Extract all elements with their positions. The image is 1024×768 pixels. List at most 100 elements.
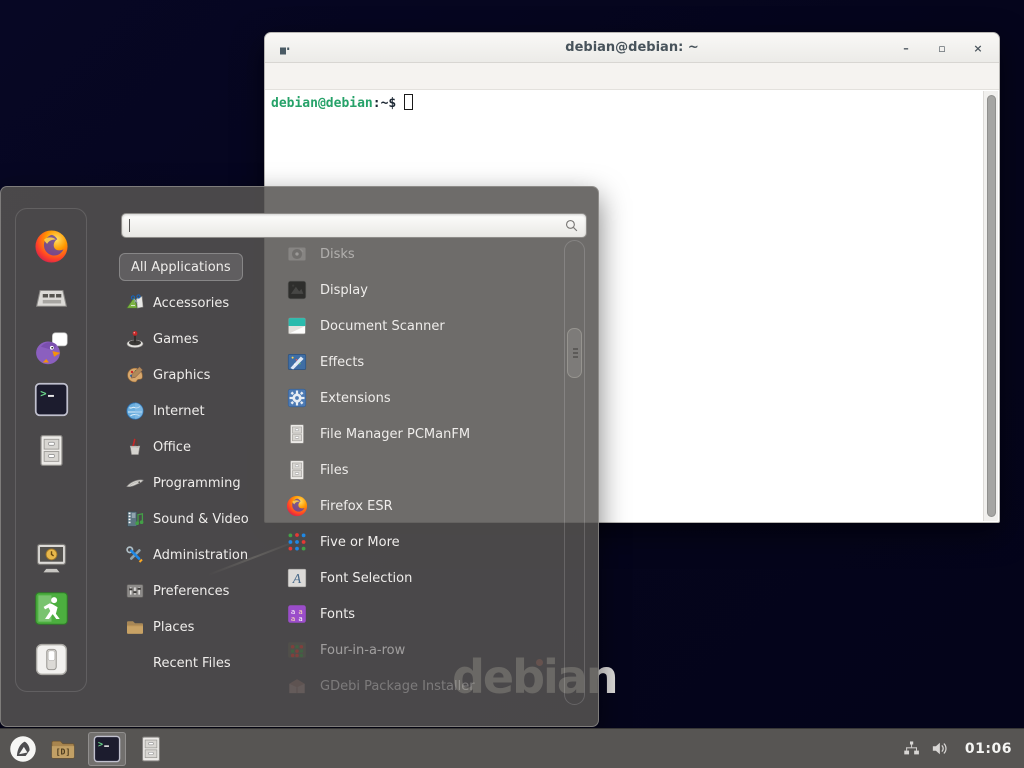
scanner-icon (286, 315, 308, 337)
category-label: Recent Files (153, 656, 231, 671)
disks-icon (286, 243, 308, 265)
category-accessories[interactable]: Accessories (119, 285, 277, 321)
close-button[interactable]: × (971, 43, 985, 54)
taskbar-launchers: [D] > (8, 732, 166, 766)
terminal-cursor (404, 94, 413, 110)
internet-icon (125, 401, 145, 421)
desktop[interactable]: { "desktop": { "watermark": "debian" }, … (0, 0, 1024, 768)
menu-scrollbar-track[interactable] (564, 240, 585, 705)
app-firefox-esr[interactable]: Firefox ESR (286, 488, 561, 524)
category-label: Programming (153, 476, 241, 491)
favorite-pidgin[interactable] (34, 331, 69, 366)
graphics-icon (125, 365, 145, 385)
text-caret (129, 219, 130, 232)
app-label: Files (320, 463, 349, 478)
taskbar-files[interactable] (136, 734, 166, 764)
app-label: Extensions (320, 391, 391, 406)
system-tray (902, 739, 949, 758)
network-icon (902, 739, 921, 758)
category-preferences[interactable]: Preferences (119, 573, 277, 609)
effects-icon (286, 351, 308, 373)
category-sound-video[interactable]: Sound & Video (119, 501, 277, 537)
favorite-firefox[interactable] (34, 229, 69, 264)
app-effects[interactable]: Effects (286, 344, 561, 380)
scrollbar-grip (573, 348, 578, 350)
app-label: Disks (320, 247, 355, 262)
favorites-column: > (15, 208, 87, 692)
clock[interactable]: 01:06 (965, 741, 1016, 757)
app-label: Document Scanner (320, 319, 445, 334)
app-document-scanner[interactable]: Document Scanner (286, 308, 561, 344)
category-internet[interactable]: Internet (119, 393, 277, 429)
category-graphics[interactable]: Graphics (119, 357, 277, 393)
application-menu: > All Applications Accessories Games Gra… (0, 186, 599, 727)
cabinet-icon (286, 459, 308, 481)
gdebi-icon (286, 675, 308, 697)
app-five-or-more[interactable]: Five or More (286, 524, 561, 560)
preferences-icon (125, 581, 145, 601)
favorite-shutdown[interactable] (34, 642, 69, 677)
logout-icon (34, 591, 69, 626)
taskbar-folder[interactable]: [D] (48, 734, 78, 764)
app-label: Effects (320, 355, 364, 370)
category-programming[interactable]: Programming (119, 465, 277, 501)
cabinet-icon (286, 423, 308, 445)
svg-text:[D]: [D] (56, 746, 71, 756)
pidgin-icon (34, 331, 69, 366)
app-files[interactable]: Files (286, 452, 561, 488)
app-label: Five or More (320, 535, 400, 550)
category-list: All Applications Accessories Games Graph… (119, 249, 277, 681)
favorite-software[interactable] (34, 280, 69, 315)
search-icon (564, 218, 579, 233)
tray-network[interactable] (902, 739, 921, 758)
prompt-suffix: :~$ (373, 96, 396, 111)
minimize-button[interactable]: – (899, 43, 913, 54)
category-label: Sound & Video (153, 512, 249, 527)
maximize-button[interactable]: ▫ (935, 43, 949, 54)
category-label: Accessories (153, 296, 229, 311)
search-input[interactable] (121, 213, 587, 238)
taskbar-terminal[interactable]: > (88, 732, 126, 766)
favorite-terminal[interactable]: > (34, 382, 69, 417)
category-administration[interactable]: Administration (119, 537, 277, 573)
favorite-lock-screen[interactable] (34, 540, 69, 575)
category-label: Internet (153, 404, 205, 419)
soundvideo-icon (125, 509, 145, 529)
extensions-icon (286, 387, 308, 409)
taskbar: [D] > 01:06 (0, 728, 1024, 768)
favorite-file-manager[interactable] (34, 433, 69, 468)
terminal-titlebar[interactable]: debian@debian: ~ – ▫ × (265, 33, 999, 63)
app-label: GDebi Package Installer (320, 679, 475, 694)
svg-text:a: a (291, 614, 295, 623)
svg-text:A: A (292, 571, 302, 586)
app-display[interactable]: Display (286, 272, 561, 308)
app-disks[interactable]: Disks (286, 236, 561, 272)
category-office[interactable]: Office (119, 429, 277, 465)
terminal-scrollbar-thumb[interactable] (987, 95, 996, 517)
menu-scrollbar-thumb[interactable] (567, 328, 582, 378)
svg-text:a: a (298, 614, 302, 623)
administration-icon (125, 545, 145, 565)
places-icon (125, 617, 145, 637)
category-games[interactable]: Games (119, 321, 277, 357)
app-extensions[interactable]: Extensions (286, 380, 561, 416)
taskbar-menu[interactable] (8, 734, 38, 764)
tray-volume[interactable] (930, 739, 949, 758)
terminal-scrollbar-track[interactable] (983, 91, 998, 521)
app-gdebi-package-installer[interactable]: GDebi Package Installer (286, 668, 561, 704)
programming-icon (125, 473, 145, 493)
app-font-selection[interactable]: A Font Selection (286, 560, 561, 596)
category-label: Graphics (153, 368, 210, 383)
cabinet-icon (34, 433, 69, 468)
folderd-icon: [D] (49, 735, 77, 763)
favorite-logout[interactable] (34, 591, 69, 626)
app-four-in-a-row[interactable]: Four-in-a-row (286, 632, 561, 668)
category-label: Preferences (153, 584, 229, 599)
window-title: debian@debian: ~ (265, 40, 999, 55)
category-all-applications[interactable]: All Applications (119, 253, 243, 281)
firefox-icon (286, 495, 308, 517)
app-fonts[interactable]: aaaa Fonts (286, 596, 561, 632)
app-file-manager-pcmanfm[interactable]: File Manager PCManFM (286, 416, 561, 452)
category-places[interactable]: Places (119, 609, 277, 645)
category-recent-files[interactable]: Recent Files (119, 645, 277, 681)
